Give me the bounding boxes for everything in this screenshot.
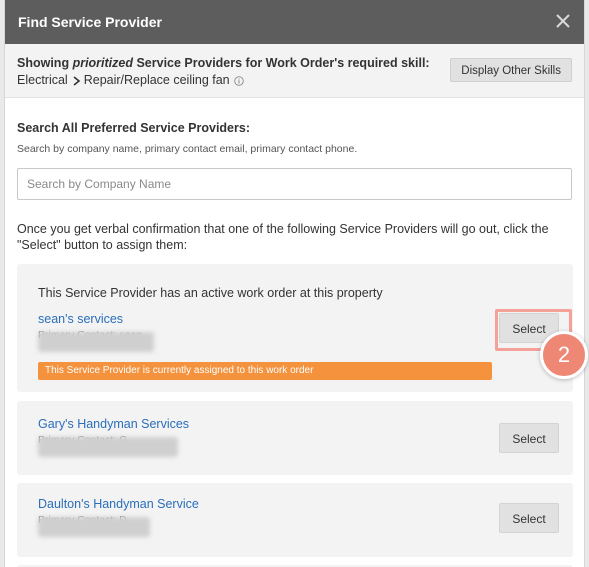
provider-card: Daulton's Handyman Service Primary Conta… [17,483,573,557]
skill-task: Repair/Replace ceiling fan [83,73,230,87]
skill-middle: Service Providers for Work Order's requi… [132,56,430,70]
step-number-badge: 2 [540,331,588,379]
info-icon[interactable] [233,75,244,86]
redacted-contact-info [38,437,178,457]
select-provider-button[interactable]: Select [499,503,559,533]
skill-prefix: Showing [17,56,73,70]
select-provider-button[interactable]: Select [499,423,559,453]
search-help-text: Search by company name, primary contact … [17,143,358,155]
redacted-contact-info [38,332,154,352]
close-icon[interactable] [552,10,574,32]
search-title: Search All Preferred Service Providers: [17,121,250,135]
skill-category: Electrical [17,73,68,87]
provider-name-link[interactable]: sean's services [38,312,123,326]
provider-name-link[interactable]: Gary's Handyman Services [38,417,189,431]
display-other-skills-button[interactable]: Display Other Skills [450,58,572,82]
redacted-contact-info [38,517,150,537]
modal-title: Find Service Provider [18,14,162,30]
modal-header: Find Service Provider [5,0,584,44]
instructions-text: Once you get verbal confirmation that on… [17,222,549,252]
skill-emphasis: prioritized [72,56,133,70]
active-work-order-note: This Service Provider has an active work… [38,286,383,300]
provider-card-active: This Service Provider has an active work… [17,264,573,392]
skill-path: Electrical Repair/Replace ceiling fan [17,73,244,87]
assigned-status-banner: This Service Provider is currently assig… [38,362,492,380]
find-service-provider-modal: Find Service Provider Showing prioritize… [4,0,585,567]
chevron-right-icon [72,75,81,86]
provider-name-link[interactable]: Daulton's Handyman Service [38,497,199,511]
required-skill-bar: Showing prioritized Service Providers fo… [5,44,584,98]
skill-description: Showing prioritized Service Providers fo… [17,56,430,70]
company-search-input[interactable] [17,168,572,200]
provider-card: Gary's Handyman Services Primary Contact… [17,401,573,475]
